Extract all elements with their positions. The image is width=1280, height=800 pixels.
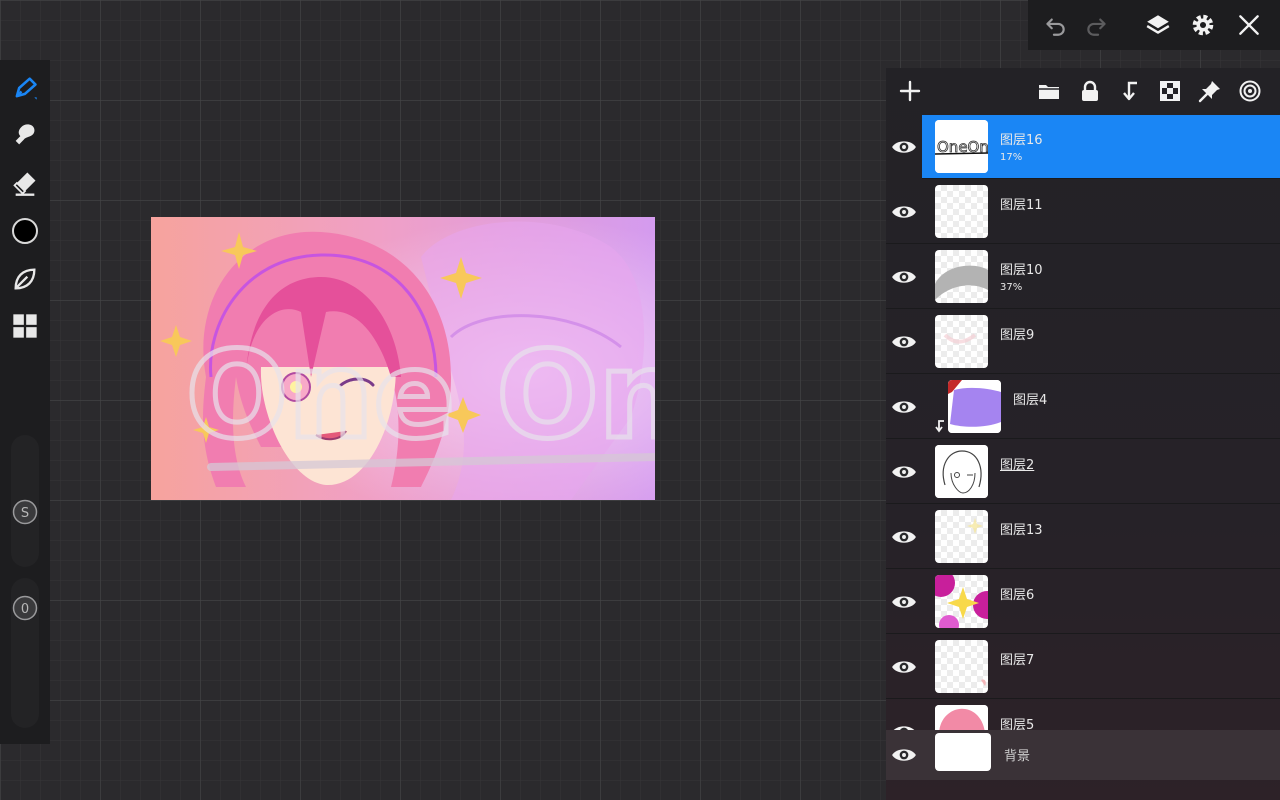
leaf-icon[interactable] bbox=[6, 260, 44, 298]
visibility-eye-icon[interactable] bbox=[891, 654, 917, 680]
add-icon[interactable] bbox=[896, 77, 924, 105]
clipping-arrow-icon bbox=[935, 420, 944, 433]
visibility-eye-icon[interactable] bbox=[891, 524, 917, 550]
smudge-icon[interactable] bbox=[6, 116, 44, 154]
layers-icon[interactable] bbox=[1141, 8, 1175, 42]
layer-row[interactable]: 图层5 bbox=[886, 700, 1280, 730]
grid-icon[interactable] bbox=[6, 307, 44, 345]
close-icon[interactable] bbox=[1232, 8, 1266, 42]
drawing-canvas[interactable]: One One bbox=[151, 217, 655, 500]
visibility-eye-icon[interactable] bbox=[891, 199, 917, 225]
size-slider-label: S bbox=[21, 506, 29, 521]
layer-row[interactable]: 图层4 bbox=[886, 375, 1280, 439]
redo-icon[interactable] bbox=[1080, 8, 1114, 42]
svg-text:OneOne: OneOne bbox=[937, 138, 988, 156]
clip-icon[interactable] bbox=[1116, 77, 1144, 105]
layer-thumbnail bbox=[935, 445, 988, 498]
layers-panel: OneOne 图层16 17% 图层11 图层10 37% 图 bbox=[886, 68, 1280, 800]
layer-name: 图层16 bbox=[1000, 133, 1043, 148]
layer-row[interactable]: 图层9 bbox=[886, 310, 1280, 374]
layer-name: 图层11 bbox=[1000, 198, 1043, 213]
background-layer-name: 背景 bbox=[1004, 749, 1031, 764]
layer-opacity: 37% bbox=[1000, 282, 1023, 293]
layer-name: 图层13 bbox=[1000, 523, 1043, 538]
layer-row[interactable]: 图层13 bbox=[886, 505, 1280, 569]
left-toolbar: S 0 bbox=[0, 60, 50, 744]
layer-thumbnail bbox=[935, 705, 988, 730]
visibility-eye-icon[interactable] bbox=[891, 742, 917, 768]
size-slider-knob[interactable]: S bbox=[11, 498, 39, 526]
layer-row[interactable]: 图层6 bbox=[886, 570, 1280, 634]
visibility-eye-icon[interactable] bbox=[891, 329, 917, 355]
layer-thumbnail bbox=[948, 380, 1001, 433]
folder-icon[interactable] bbox=[1035, 77, 1063, 105]
layer-row[interactable]: 图层7 bbox=[886, 635, 1280, 699]
layer-thumbnail bbox=[935, 575, 988, 628]
lock-icon[interactable] bbox=[1076, 77, 1104, 105]
layer-name: 图层7 bbox=[1000, 653, 1035, 668]
canvas-logo-text: One One bbox=[186, 327, 655, 466]
visibility-eye-icon[interactable] bbox=[891, 459, 917, 485]
layer-thumbnail bbox=[935, 640, 988, 693]
visibility-eye-icon[interactable] bbox=[891, 589, 917, 615]
layer-list[interactable]: OneOne 图层16 17% 图层11 图层10 37% 图 bbox=[886, 115, 1280, 730]
layer-thumbnail bbox=[935, 185, 988, 238]
layer-thumbnail bbox=[935, 510, 988, 563]
visibility-eye-icon[interactable] bbox=[891, 394, 917, 420]
opacity-slider-label: 0 bbox=[21, 602, 29, 617]
layer-name: 图层9 bbox=[1000, 328, 1035, 343]
layer-row[interactable]: 图层10 37% bbox=[886, 245, 1280, 309]
visibility-eye-icon[interactable] bbox=[891, 719, 917, 730]
opacity-slider-knob[interactable]: 0 bbox=[11, 594, 39, 622]
background-layer-row[interactable]: 背景 bbox=[886, 730, 1280, 780]
background-thumbnail bbox=[935, 733, 991, 771]
layer-thumbnail bbox=[935, 315, 988, 368]
top-toolbar bbox=[1028, 0, 1280, 50]
layer-row[interactable]: 图层2 bbox=[886, 440, 1280, 504]
color-swatch[interactable] bbox=[6, 212, 44, 250]
layers-header bbox=[886, 68, 1280, 114]
settings-icon[interactable] bbox=[1186, 8, 1220, 42]
blend-icon[interactable] bbox=[1236, 77, 1264, 105]
pin-icon[interactable] bbox=[1196, 77, 1224, 105]
layer-name: 图层5 bbox=[1000, 718, 1035, 730]
undo-icon[interactable] bbox=[1038, 8, 1072, 42]
layer-name: 图层10 bbox=[1000, 263, 1043, 278]
artwork-image: One One bbox=[151, 217, 655, 500]
visibility-eye-icon[interactable] bbox=[891, 264, 917, 290]
layer-thumbnail: OneOne bbox=[935, 120, 988, 173]
pen-icon[interactable] bbox=[6, 69, 44, 107]
layer-opacity: 17% bbox=[1000, 152, 1023, 163]
layer-name: 图层2 bbox=[1000, 458, 1035, 473]
transparency-icon[interactable] bbox=[1156, 77, 1184, 105]
layer-thumbnail bbox=[935, 250, 988, 303]
layer-name: 图层6 bbox=[1000, 588, 1035, 603]
layer-name: 图层4 bbox=[1013, 393, 1048, 408]
visibility-eye-icon[interactable] bbox=[891, 134, 917, 160]
layer-row[interactable]: 图层11 bbox=[886, 180, 1280, 244]
eraser-icon[interactable] bbox=[6, 164, 44, 202]
layer-row[interactable]: OneOne 图层16 17% bbox=[892, 115, 1280, 179]
